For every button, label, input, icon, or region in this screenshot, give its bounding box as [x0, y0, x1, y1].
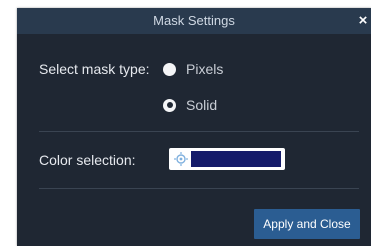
- dialog-titlebar: Mask Settings ×: [17, 8, 371, 34]
- mask-type-label: Select mask type:: [39, 61, 150, 77]
- color-picker-input[interactable]: [169, 148, 285, 170]
- color-picker-icon: [174, 152, 188, 166]
- divider: [39, 188, 359, 189]
- color-selection-label: Color selection:: [39, 152, 136, 168]
- radio-solid-label: Solid: [186, 97, 218, 113]
- mask-settings-dialog: Mask Settings × Select mask type: Pixels…: [17, 8, 371, 246]
- radio-option-pixels[interactable]: Pixels: [163, 61, 223, 77]
- dialog-title: Mask Settings: [153, 13, 235, 28]
- color-swatch: [191, 151, 281, 167]
- radio-option-solid[interactable]: Solid: [163, 97, 217, 113]
- divider: [39, 131, 359, 132]
- radio-pixels[interactable]: [163, 62, 176, 76]
- apply-and-close-button[interactable]: Apply and Close: [254, 209, 360, 239]
- radio-solid[interactable]: [163, 98, 176, 112]
- close-icon[interactable]: ×: [357, 8, 369, 34]
- radio-pixels-label: Pixels: [186, 61, 224, 77]
